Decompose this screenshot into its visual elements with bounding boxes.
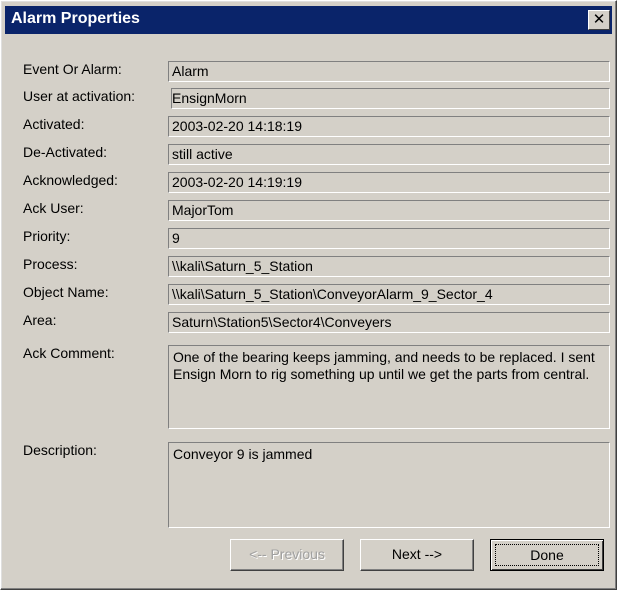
ack-comment-label: Ack Comment: bbox=[23, 345, 115, 361]
description-textarea[interactable]: Conveyor 9 is jammed bbox=[168, 442, 610, 528]
de-activated-field[interactable]: still active bbox=[168, 144, 610, 165]
priority-label: Priority: bbox=[23, 228, 71, 244]
de-activated-label: De-Activated: bbox=[23, 144, 108, 160]
done-button[interactable]: Done bbox=[490, 539, 604, 571]
user-at-activation-label: User at activation: bbox=[23, 88, 136, 104]
process-label: Process: bbox=[23, 256, 78, 272]
ack-comment-textarea[interactable]: One of the bearing keeps jamming, and ne… bbox=[168, 345, 610, 429]
process-field[interactable]: \\kali\Saturn_5_Station bbox=[168, 256, 610, 277]
area-label: Area: bbox=[23, 312, 57, 328]
activated-field[interactable]: 2003-02-20 14:18:19 bbox=[168, 116, 610, 137]
done-button-label: Done bbox=[495, 544, 599, 566]
title-bar[interactable]: Alarm Properties ✕ bbox=[5, 6, 612, 34]
user-at-activation-field[interactable]: EnsignMorn bbox=[171, 88, 610, 109]
previous-button[interactable]: <-- Previous bbox=[230, 539, 344, 571]
object-name-label: Object Name: bbox=[23, 284, 109, 300]
alarm-properties-dialog: Alarm Properties ✕ Event Or Alarm: Alarm… bbox=[0, 0, 617, 590]
event-or-alarm-field[interactable]: Alarm bbox=[168, 61, 610, 82]
ack-user-label: Ack User: bbox=[23, 200, 84, 216]
object-name-field[interactable]: \\kali\Saturn_5_Station\ConveyorAlarm_9_… bbox=[168, 284, 610, 305]
close-button[interactable]: ✕ bbox=[588, 10, 610, 30]
acknowledged-field[interactable]: 2003-02-20 14:19:19 bbox=[168, 172, 610, 193]
event-or-alarm-label: Event Or Alarm: bbox=[23, 61, 122, 77]
window-title: Alarm Properties bbox=[11, 10, 140, 27]
description-label: Description: bbox=[23, 442, 97, 458]
next-button[interactable]: Next --> bbox=[360, 539, 474, 571]
close-icon: ✕ bbox=[592, 11, 606, 28]
area-field[interactable]: Saturn\Station5\Sector4\Conveyers bbox=[168, 312, 610, 333]
ack-user-field[interactable]: MajorTom bbox=[168, 200, 610, 221]
priority-field[interactable]: 9 bbox=[168, 228, 610, 249]
acknowledged-label: Acknowledged: bbox=[23, 172, 118, 188]
activated-label: Activated: bbox=[23, 116, 85, 132]
